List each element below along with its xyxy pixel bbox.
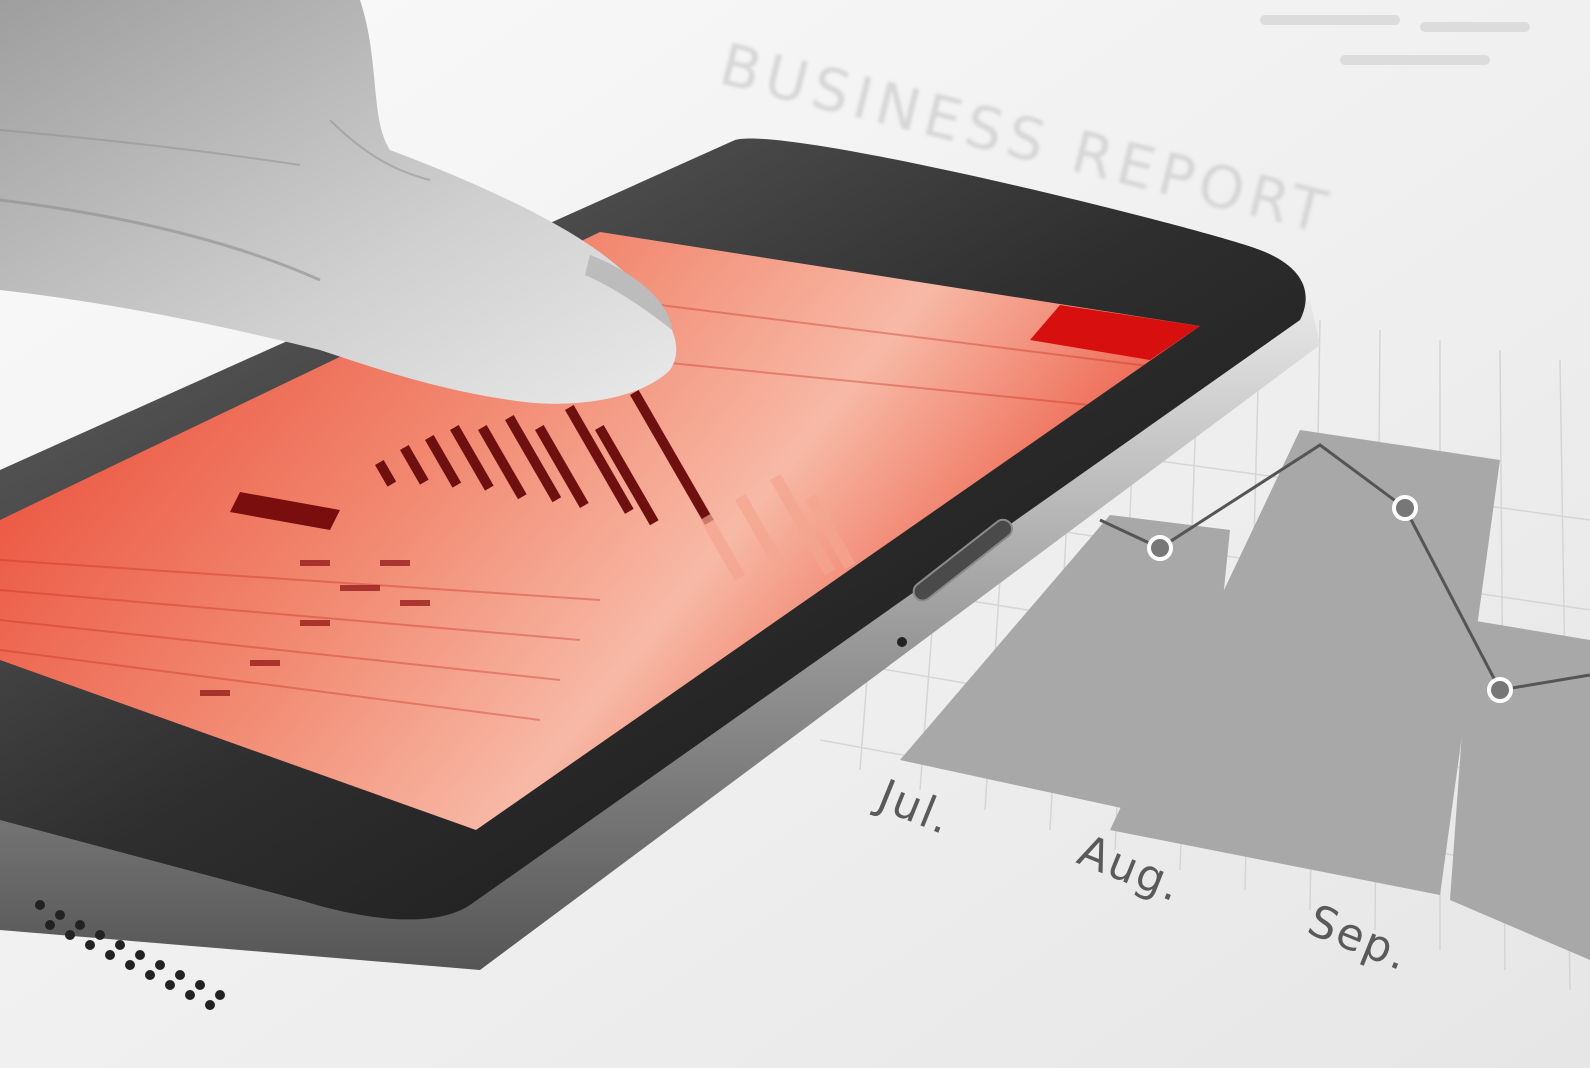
paper-line-point xyxy=(1487,677,1513,703)
paper-line-point xyxy=(1392,495,1418,521)
phone-mic-hole xyxy=(897,637,907,647)
paper-bar xyxy=(1450,620,1590,960)
paper-line-point xyxy=(1147,535,1173,561)
